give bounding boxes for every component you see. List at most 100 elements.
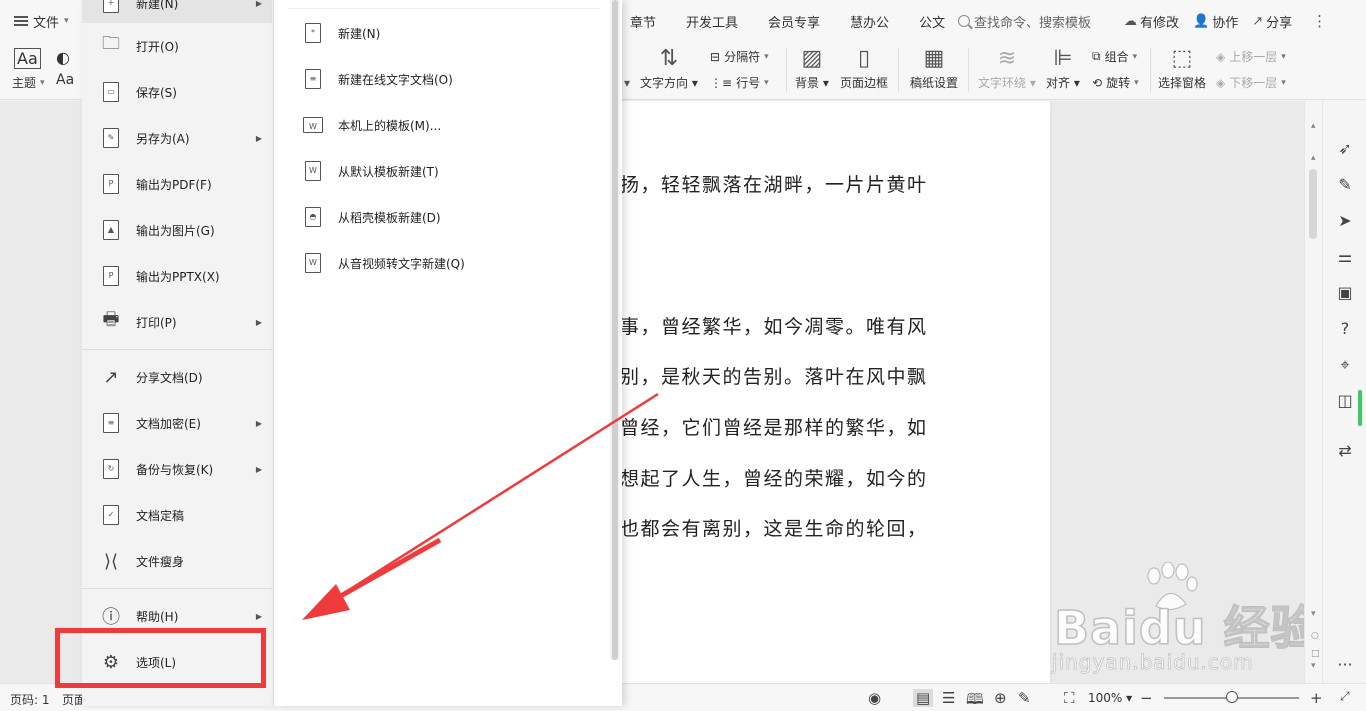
fit-page-icon[interactable]: ⛶ [1064, 689, 1075, 707]
file-menu-item-export-pdf[interactable]: P 输出为PDF(F) [82, 164, 272, 204]
expand-icon[interactable]: ⤢ [1340, 689, 1350, 704]
search-placeholder: 查找命令、搜索模板 [974, 15, 1092, 31]
submenu-item-default-template[interactable]: W 从默认模板新建(T) [274, 151, 608, 191]
write-view-icon[interactable]: ✎ [1018, 689, 1031, 707]
zoom-out-icon[interactable]: − [1140, 689, 1153, 707]
page-marker-icon[interactable]: ○ [1311, 631, 1319, 641]
document-line-2: 事，曾经繁华，如今凋零。唯有风 [620, 316, 928, 338]
menu-icon [14, 16, 28, 26]
submenu-item-label: 从默认模板新建(T) [338, 164, 439, 179]
tab-official-doc[interactable]: 公文 [919, 12, 945, 31]
scroll-down-icon[interactable]: ▾ [1311, 609, 1317, 619]
sliders-icon[interactable]: ⚌ [1335, 247, 1355, 267]
file-menu-item-export-image[interactable]: ▲ 输出为图片(G) [82, 210, 272, 250]
file-menu-item-export-pptx[interactable]: P 输出为PPTX(X) [82, 256, 272, 296]
more-icon[interactable]: ··· [1335, 655, 1355, 675]
tab-chapter[interactable]: 章节 [630, 12, 656, 31]
font-button[interactable]: Aa [56, 72, 74, 88]
group-button[interactable]: ⧉ 组合 ▾ [1092, 48, 1137, 65]
selection-pane-button[interactable]: ⬚ 选择窗格 [1158, 46, 1206, 91]
chevron-down-icon[interactable]: ▾ [624, 76, 630, 90]
collab-label: 协作 [1212, 15, 1239, 31]
background-button[interactable]: ▨ 背景 ▾ [795, 46, 829, 91]
submenu-item-new-online[interactable]: ≡ 新建在线文字文档(O) [274, 59, 608, 99]
align-button[interactable]: ⊫ 对齐 ▾ [1046, 46, 1080, 91]
send-backward-button[interactable]: ◈ 下移一层 ▾ [1216, 74, 1286, 91]
file-menu-item-slim[interactable]: ⟩⟨ 文件瘦身 [82, 541, 272, 581]
file-menu-item-finalize[interactable]: ✓ 文档定稿 [82, 495, 272, 535]
text-direction-button[interactable]: ⇅ 文字方向 ▾ [640, 46, 698, 91]
collab-button[interactable]: 👤 协作 [1193, 12, 1238, 31]
command-search[interactable]: 查找命令、搜索模板 [958, 8, 1091, 34]
palette-icon[interactable]: ◐ [56, 48, 70, 67]
help-icon: ⓘ [102, 607, 120, 628]
manuscript-button[interactable]: ▦ 稿纸设置 [910, 46, 958, 91]
file-menu-item-print[interactable]: 🖶 打印(P) ▶ [82, 302, 272, 342]
file-menu-item-new[interactable]: + 新建(N) ▶ [82, 0, 272, 23]
background-label: 背景 [795, 76, 820, 90]
line-number-button[interactable]: ⋮≡ 行号 ▾ [710, 74, 769, 91]
pen-icon[interactable]: ✎ [1335, 175, 1355, 195]
watermark-url: jingyan.baidu.com [1052, 650, 1254, 675]
web-view-icon[interactable]: ⊕ [994, 689, 1007, 707]
share-icon: ↗ [1252, 13, 1264, 29]
file-menu-item-save-as[interactable]: ✎ 另存为(A) ▶ [82, 118, 272, 158]
file-menu-item-share[interactable]: ↗ 分享文档(D) [82, 357, 272, 397]
share-button[interactable]: ↗ 分享 [1252, 12, 1292, 31]
rocket-icon[interactable]: ➶ [1335, 139, 1355, 159]
vertical-scrollbar[interactable]: ▴ ▴ ▾ ○ □ ▾ [1304, 101, 1322, 683]
background-icon: ▨ [801, 46, 823, 71]
bring-forward-button[interactable]: ◈ 上移一层 ▾ [1216, 48, 1286, 65]
more-icon[interactable]: ⋮ [1312, 12, 1328, 30]
separator-button[interactable]: ⊟ 分隔符 ▾ [710, 48, 769, 65]
file-menu-button[interactable]: 文件 ▾ [8, 8, 80, 34]
translate-icon[interactable]: ⇄ [1335, 441, 1355, 461]
file-menu-item-label: 分享文档(D) [136, 370, 203, 385]
zoom-slider-knob[interactable] [1226, 691, 1238, 703]
tab-developer[interactable]: 开发工具 [686, 12, 738, 31]
annotation-highlight-box [55, 628, 266, 688]
page-number[interactable]: 页码: 1 [10, 691, 50, 708]
submenu-item-docer-template[interactable]: ◓ 从稻壳模板新建(D) [274, 197, 608, 237]
tab-member[interactable]: 会员专享 [768, 12, 820, 31]
theme-button[interactable]: 主题 ▾ [12, 74, 45, 91]
zoom-level[interactable]: 100% ▾ [1088, 691, 1132, 705]
tab-smart-office[interactable]: 慧办公 [850, 12, 889, 31]
scroll-down-icon[interactable]: ▾ [1311, 661, 1317, 671]
scroll-up-icon[interactable]: ▴ [1311, 153, 1317, 163]
help-icon[interactable]: ? [1335, 319, 1355, 339]
text-wrap-button[interactable]: ≋ 文字环绕 ▾ [978, 46, 1036, 91]
scroll-up-icon[interactable]: ▴ [1311, 121, 1317, 131]
page-marker-icon[interactable]: □ [1311, 649, 1320, 659]
outline-view-icon[interactable]: ☰ [942, 689, 955, 707]
chevron-right-icon: ▶ [255, 418, 262, 428]
eye-icon[interactable]: ◉ [868, 689, 881, 707]
chevron-right-icon: ▶ [255, 317, 262, 327]
cursor-icon[interactable]: ➤ [1335, 211, 1355, 231]
file-menu-item-label: 输出为PDF(F) [136, 177, 212, 192]
theme-icon[interactable]: Aa [14, 48, 41, 69]
selection-pane-icon: ⬚ [1171, 46, 1193, 71]
revise-button[interactable]: ☁ 有修改 [1124, 12, 1179, 31]
file-menu-item-encrypt[interactable]: ≡ 文档加密(E) ▶ [82, 403, 272, 443]
annotation-arrow [302, 392, 659, 620]
file-menu-item-save[interactable]: ▭ 保存(S) [82, 72, 272, 112]
submenu-item-new[interactable]: * 新建(N) [274, 13, 608, 53]
document-line-3: 别，是秋天的告别。落叶在风中飘 [620, 366, 928, 388]
docer-template-icon: ◓ [302, 205, 324, 229]
reading-view-icon[interactable]: 🕮 [966, 689, 984, 711]
scroll-thumb[interactable] [1309, 169, 1317, 239]
submenu-item-av-to-text[interactable]: W 从音视频转文字新建(Q) [274, 243, 608, 283]
submenu-item-local-template[interactable]: W 本机上的模板(M)... [274, 105, 608, 145]
page-view-icon[interactable]: ▤ [913, 689, 934, 707]
page-border-button[interactable]: ▯ 页面边框 [840, 46, 888, 91]
file-menu-item-label: 文档加密(E) [136, 416, 201, 431]
zoom-in-icon[interactable]: + [1310, 689, 1323, 707]
location-icon[interactable]: ⌖ [1335, 355, 1355, 375]
rotate-button[interactable]: ⟲ 旋转 ▾ [1092, 74, 1139, 91]
image-icon[interactable]: ▣ [1335, 283, 1355, 303]
file-menu-item-open[interactable]: 🗀 打开(O) [82, 26, 272, 66]
file-menu-item-backup[interactable]: ↻ 备份与恢复(K) ▶ [82, 449, 272, 489]
send-backward-label: 下移一层 [1229, 76, 1278, 90]
book-icon[interactable]: ◫ [1335, 391, 1355, 411]
